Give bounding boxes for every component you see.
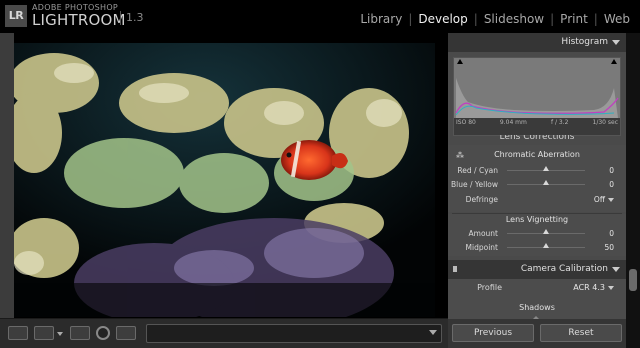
- blue-yellow-label: Blue / Yellow: [451, 180, 498, 189]
- toolbar-content-field[interactable]: [146, 324, 442, 343]
- module-separator: |: [550, 12, 555, 26]
- profile-select[interactable]: ACR 4.3: [573, 283, 614, 292]
- module-develop[interactable]: Develop: [416, 12, 469, 26]
- reef-photo-image: [14, 43, 435, 317]
- exif-shutter: 1/30 sec: [592, 119, 619, 126]
- defringe-label: Defringe: [465, 195, 498, 204]
- profile-value: ACR 4.3: [573, 283, 605, 292]
- midpoint-slider[interactable]: [507, 243, 585, 248]
- module-print[interactable]: Print: [558, 12, 590, 26]
- module-web[interactable]: Web: [602, 12, 632, 26]
- version-label: 1.3: [120, 11, 144, 25]
- module-separator: |: [408, 12, 413, 26]
- red-cyan-slider[interactable]: [507, 166, 585, 171]
- blue-yellow-slider[interactable]: [507, 180, 585, 185]
- develop-right-panel: Histogram ISO 80 9.04 mm f / 3.2 1/30 se…: [448, 33, 640, 348]
- before-after-icon[interactable]: [34, 326, 54, 340]
- module-library[interactable]: Library: [358, 12, 404, 26]
- panel-button-bar: Previous Reset: [448, 316, 626, 348]
- previous-button[interactable]: Previous: [452, 324, 534, 342]
- profile-label: Profile: [477, 283, 502, 292]
- module-separator: |: [473, 12, 478, 26]
- lightroom-logo: LR: [5, 5, 27, 27]
- toolbar-dropdown-arrow-icon[interactable]: [429, 330, 437, 335]
- panel-switch-icon[interactable]: [453, 266, 457, 272]
- top-bar: LR ADOBE PHOTOSHOP LIGHTROOM 1.3 Library…: [0, 0, 640, 33]
- collapse-arrow-icon[interactable]: [612, 40, 620, 45]
- crop-tool-icon[interactable]: [70, 326, 90, 340]
- lens-corrections-title: Lens Corrections: [499, 135, 575, 142]
- exif-focal-length: 9.04 mm: [499, 119, 527, 126]
- exif-iso: ISO 80: [456, 119, 476, 126]
- amount-label: Amount: [468, 229, 498, 238]
- loupe-view-icon[interactable]: [8, 326, 28, 340]
- shadows-title: Shadows: [519, 303, 555, 312]
- slider-thumb[interactable]: [543, 243, 549, 248]
- chromatic-aberration-section: ⁂ Chromatic Aberration Red / Cyan 0 Blue…: [448, 145, 626, 212]
- defringe-select[interactable]: Off: [594, 195, 614, 204]
- chromatic-aberration-title: Chromatic Aberration: [494, 150, 580, 159]
- bottom-panel-toggle-icon[interactable]: [533, 316, 539, 319]
- slider-thumb[interactable]: [543, 229, 549, 234]
- photo-preview[interactable]: [14, 43, 435, 317]
- brand-title: LIGHTROOM: [32, 11, 126, 29]
- histogram-title: Histogram: [561, 37, 608, 47]
- defringe-value: Off: [593, 195, 605, 204]
- dropdown-arrow-icon: [608, 198, 614, 202]
- filmstrip-toolbar: [0, 318, 448, 348]
- module-slideshow[interactable]: Slideshow: [482, 12, 546, 26]
- dropdown-arrow-icon: [608, 285, 614, 290]
- amount-slider[interactable]: [507, 229, 585, 234]
- histogram-plot: [454, 58, 620, 118]
- red-cyan-value[interactable]: 0: [609, 166, 614, 175]
- red-cyan-label: Red / Cyan: [457, 166, 498, 175]
- histogram-header[interactable]: Histogram: [448, 33, 626, 52]
- camera-calibration-title: Camera Calibration: [520, 264, 608, 274]
- red-eye-icon[interactable]: [116, 326, 136, 340]
- slider-thumb[interactable]: [543, 180, 549, 185]
- exif-info: ISO 80 9.04 mm f / 3.2 1/30 sec: [456, 119, 618, 126]
- blue-yellow-value[interactable]: 0: [609, 180, 614, 189]
- left-panel-edge[interactable]: [0, 33, 14, 348]
- spot-removal-icon[interactable]: [96, 326, 110, 340]
- collapse-arrow-icon[interactable]: [612, 267, 620, 272]
- midpoint-value[interactable]: 50: [604, 243, 614, 252]
- scrollbar-thumb[interactable]: [629, 269, 637, 291]
- module-picker: Library | Develop | Slideshow | Print | …: [358, 12, 632, 26]
- camera-calibration-section: Profile ACR 4.3 Shadows: [448, 279, 626, 319]
- lens-vignetting-title: Lens Vignetting: [505, 215, 569, 224]
- view-menu-arrow-icon[interactable]: [57, 332, 63, 336]
- lens-vignetting-section: Lens Vignetting Amount 0 Midpoint 50: [448, 214, 626, 256]
- module-separator: |: [593, 12, 598, 26]
- amount-value[interactable]: 0: [609, 229, 614, 238]
- midpoint-label: Midpoint: [465, 243, 498, 252]
- exif-aperture: f / 3.2: [550, 119, 569, 126]
- camera-calibration-header[interactable]: Camera Calibration: [448, 260, 626, 279]
- panel-scrollbar[interactable]: [626, 33, 640, 348]
- reset-button[interactable]: Reset: [540, 324, 622, 342]
- slider-thumb[interactable]: [543, 166, 549, 171]
